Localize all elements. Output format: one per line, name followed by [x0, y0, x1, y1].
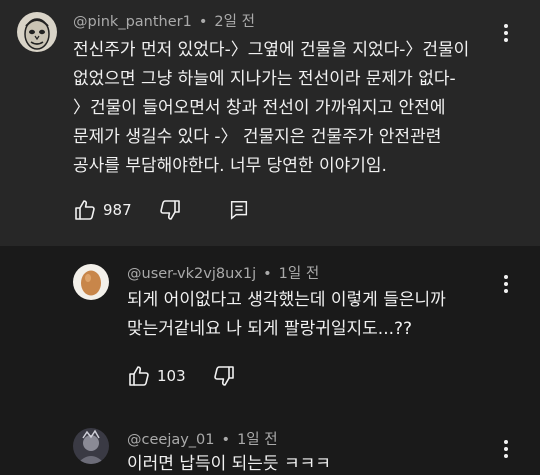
reply-icon: [228, 199, 250, 221]
avatar[interactable]: [73, 264, 109, 300]
thumbs-up-icon: [73, 198, 97, 222]
comment-actions: 103: [127, 364, 236, 388]
comment-line: 전신주가 먼저 있었다-〉그옆에 건물을 지었다-〉건물이: [73, 40, 470, 60]
reply-button[interactable]: [228, 199, 250, 221]
like-count: 103: [157, 367, 186, 385]
separator-dot: •: [263, 266, 272, 282]
comment-line: 되게 어이없다고 생각했는데 이렇게 들은니까: [127, 290, 446, 310]
comment-line: 없었으면 그냥 하늘에 지나가는 전선이라 문제가 없다-: [73, 69, 456, 89]
username[interactable]: @user-vk2vj8ux1j: [127, 266, 256, 282]
comment-meta: @ceejay_01 • 1일 전: [127, 428, 278, 449]
comment-line: 〉건물이 들어오면서 창과 전선이 가까워지고 안전에: [73, 98, 446, 118]
comment-line: 이러면 납득이 되는듯 ㅋㅋㅋ: [127, 454, 331, 474]
avatar[interactable]: [17, 12, 57, 52]
dislike-button[interactable]: [212, 364, 236, 388]
comment-meta: @pink_panther1 • 2일 전: [73, 10, 255, 31]
separator-dot: •: [198, 14, 208, 30]
thumbs-up-icon: [127, 364, 151, 388]
like-count: 987: [103, 201, 132, 219]
comment-text: 전신주가 먼저 있었다-〉그옆에 건물을 지었다-〉건물이 없었으면 그냥 하늘…: [73, 36, 469, 181]
comment-line: 공사를 부담해야한다. 너무 당연한 이야기임.: [73, 156, 387, 176]
thumbs-down-icon: [212, 364, 236, 388]
thumbs-down-icon: [158, 198, 182, 222]
comment-actions: 987: [73, 198, 250, 222]
timestamp: 1일 전: [278, 266, 320, 282]
avatar[interactable]: [73, 428, 109, 464]
more-vert-icon[interactable]: [496, 272, 516, 296]
comment-line: 문제가 생길수 있다 -〉 건물지은 건물주가 안전관련: [73, 127, 442, 147]
comments-page: @pink_panther1 • 2일 전 전신주가 먼저 있었다-〉그옆에 건물을…: [0, 0, 540, 475]
more-vert-icon[interactable]: [496, 437, 516, 461]
comment-line: 맞는거같네요 나 되게 팔랑귀일지도...??: [127, 319, 413, 339]
dislike-button[interactable]: [158, 198, 182, 222]
more-vert-icon[interactable]: [496, 21, 516, 45]
username[interactable]: @pink_panther1: [73, 14, 192, 30]
username[interactable]: @ceejay_01: [127, 432, 215, 448]
separator-dot: •: [221, 432, 231, 448]
comment-text: 이러면 납득이 되는듯 ㅋㅋㅋ: [127, 450, 331, 475]
comment-text: 되게 어이없다고 생각했는데 이렇게 들은니까 맞는거같네요 나 되게 팔랑귀일…: [127, 286, 446, 344]
timestamp: 2일 전: [214, 14, 255, 30]
like-button[interactable]: 103: [127, 364, 186, 388]
like-button[interactable]: 987: [73, 198, 132, 222]
timestamp: 1일 전: [237, 432, 278, 448]
comment-meta: @user-vk2vj8ux1j • 1일 전: [127, 262, 319, 283]
